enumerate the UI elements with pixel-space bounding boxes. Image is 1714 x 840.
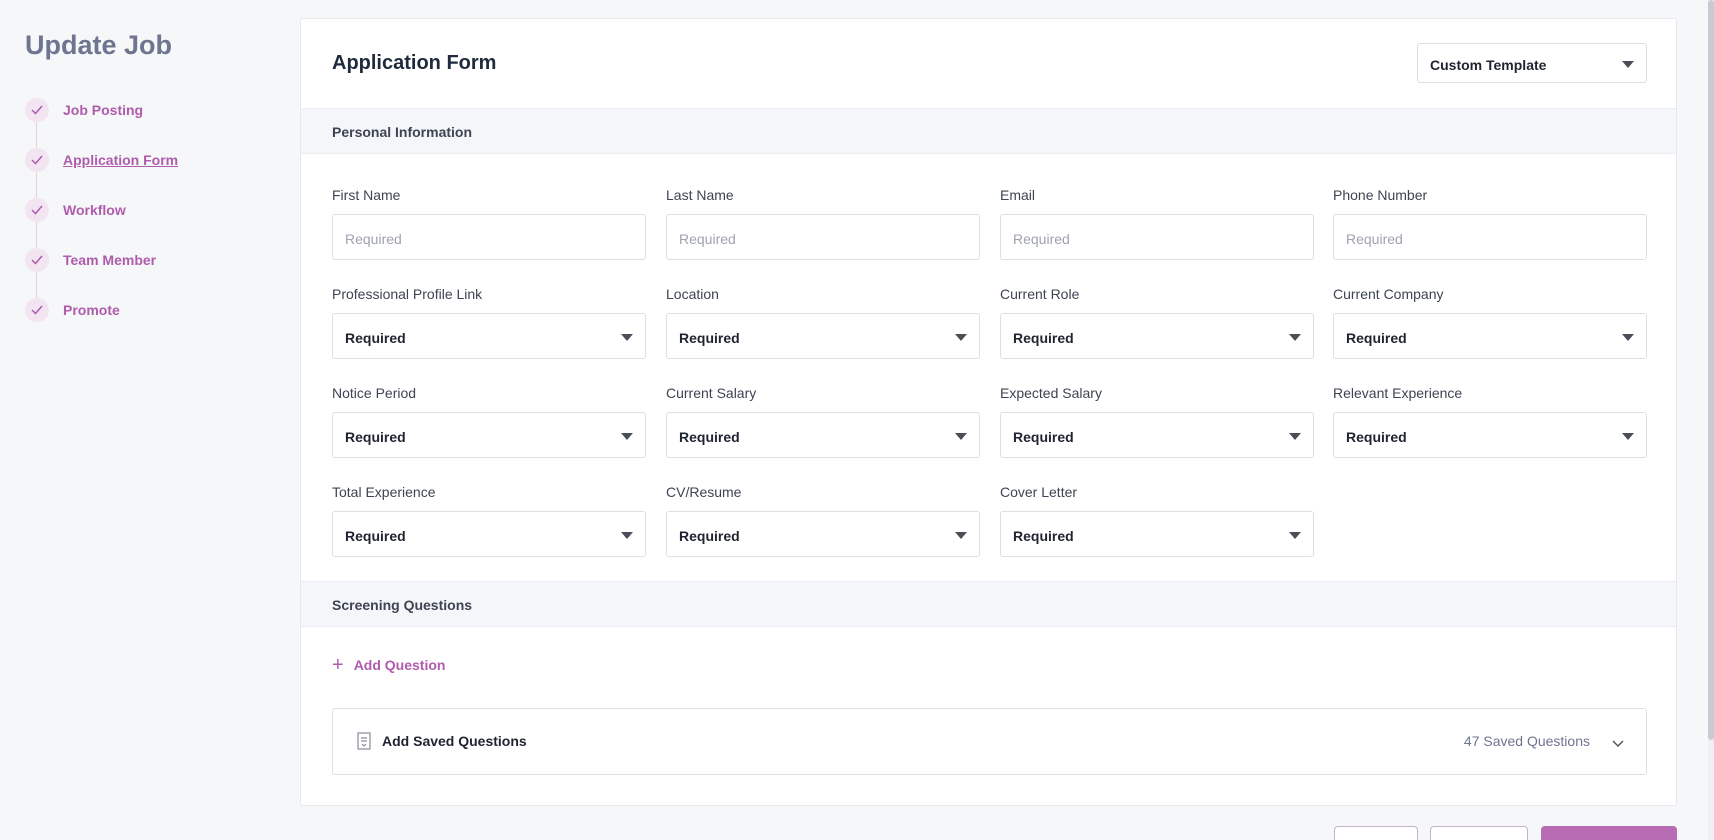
- check-icon: [25, 98, 49, 122]
- step-job-posting[interactable]: Job Posting: [25, 98, 178, 148]
- scrollbar[interactable]: [1708, 0, 1714, 840]
- expected-salary-select[interactable]: Required: [1000, 412, 1314, 458]
- select-value: Required: [1013, 330, 1074, 346]
- caret-down-icon: [1622, 433, 1634, 440]
- step-label[interactable]: Job Posting: [63, 102, 143, 118]
- caret-down-icon: [621, 334, 633, 341]
- check-icon: [25, 198, 49, 222]
- relevant-experience-label: Relevant Experience: [1333, 385, 1463, 401]
- location-select[interactable]: Required: [666, 313, 980, 359]
- check-icon: [25, 298, 49, 322]
- back-button[interactable]: [1334, 826, 1418, 840]
- card-header: Application Form Custom Template: [301, 19, 1676, 108]
- application-form-card: Application Form Custom Template Persona…: [300, 18, 1677, 806]
- notice-period-label: Notice Period: [332, 385, 417, 401]
- save-draft-button[interactable]: [1430, 826, 1528, 840]
- current-role-label: Current Role: [1000, 286, 1080, 302]
- total-experience-select[interactable]: Required: [332, 511, 646, 557]
- caret-down-icon: [955, 532, 967, 539]
- caret-down-icon: [955, 334, 967, 341]
- select-value: Required: [345, 330, 406, 346]
- last-name-label: Last Name: [666, 187, 734, 203]
- step-connector: [36, 222, 37, 248]
- step-label[interactable]: Workflow: [63, 202, 126, 218]
- check-icon: [25, 248, 49, 272]
- total-experience-label: Total Experience: [332, 484, 436, 500]
- left-panel: Update Job Job Posting Application Form …: [0, 0, 300, 840]
- current-role-select[interactable]: Required: [1000, 313, 1314, 359]
- next-button[interactable]: [1541, 826, 1677, 840]
- step-team-member[interactable]: Team Member: [25, 248, 178, 298]
- chevron-down-icon[interactable]: [1612, 735, 1624, 753]
- add-question-button[interactable]: + Add Question: [332, 654, 446, 676]
- select-value: Required: [1346, 330, 1407, 346]
- notice-period-select[interactable]: Required: [332, 412, 646, 458]
- current-company-select[interactable]: Required: [1333, 313, 1647, 359]
- step-connector: [36, 172, 37, 198]
- current-salary-select[interactable]: Required: [666, 412, 980, 458]
- select-value: Required: [345, 528, 406, 544]
- card-title: Application Form: [332, 52, 497, 74]
- location-label: Location: [666, 286, 719, 302]
- template-select[interactable]: Custom Template: [1417, 43, 1647, 83]
- step-label[interactable]: Promote: [63, 302, 120, 318]
- step-label[interactable]: Application Form: [63, 152, 178, 168]
- current-salary-label: Current Salary: [666, 385, 757, 401]
- document-icon: [357, 732, 371, 755]
- caret-down-icon: [1622, 61, 1634, 68]
- select-value: Required: [1346, 429, 1407, 445]
- step-application-form[interactable]: Application Form: [25, 148, 178, 198]
- current-company-label: Current Company: [1333, 286, 1444, 302]
- stepper: Job Posting Application Form Workflow Te…: [25, 98, 178, 348]
- caret-down-icon: [621, 532, 633, 539]
- professional-profile-link-select[interactable]: Required: [332, 313, 646, 359]
- relevant-experience-select[interactable]: Required: [1333, 412, 1647, 458]
- select-value: Required: [679, 528, 740, 544]
- page-title: Update Job: [25, 30, 173, 60]
- check-icon: [25, 148, 49, 172]
- template-select-value: Custom Template: [1430, 57, 1547, 73]
- plus-icon: +: [332, 654, 344, 676]
- cv-resume-label: CV/Resume: [666, 484, 742, 500]
- select-value: Required: [679, 330, 740, 346]
- caret-down-icon: [955, 433, 967, 440]
- cover-letter-select[interactable]: Required: [1000, 511, 1314, 557]
- step-label[interactable]: Team Member: [63, 252, 156, 268]
- cv-resume-select[interactable]: Required: [666, 511, 980, 557]
- professional-profile-link-label: Professional Profile Link: [332, 286, 483, 302]
- caret-down-icon: [1289, 433, 1301, 440]
- scrollbar-thumb[interactable]: [1708, 0, 1714, 740]
- expected-salary-label: Expected Salary: [1000, 385, 1102, 401]
- phone-number-label: Phone Number: [1333, 187, 1428, 203]
- email-label: Email: [1000, 187, 1036, 203]
- phone-number-input[interactable]: Required: [1333, 214, 1647, 260]
- select-value: Required: [1013, 429, 1074, 445]
- step-connector: [36, 272, 37, 298]
- saved-questions-count: 47 Saved Questions: [1463, 733, 1590, 749]
- caret-down-icon: [1289, 334, 1301, 341]
- email-input[interactable]: Required: [1000, 214, 1314, 260]
- select-value: Required: [1013, 528, 1074, 544]
- caret-down-icon: [1622, 334, 1634, 341]
- first-name-label: First Name: [332, 187, 401, 203]
- step-workflow[interactable]: Workflow: [25, 198, 178, 248]
- cover-letter-label: Cover Letter: [1000, 484, 1078, 500]
- select-value: Required: [679, 429, 740, 445]
- section-screening-questions: Screening Questions: [301, 581, 1676, 627]
- select-value: Required: [345, 429, 406, 445]
- add-question-label: Add Question: [353, 657, 446, 673]
- step-promote[interactable]: Promote: [25, 298, 178, 348]
- saved-questions-title: Add Saved Questions: [382, 733, 527, 749]
- caret-down-icon: [621, 433, 633, 440]
- last-name-input[interactable]: Required: [666, 214, 980, 260]
- first-name-input[interactable]: Required: [332, 214, 646, 260]
- step-connector: [36, 122, 37, 148]
- saved-questions-accordion[interactable]: Add Saved Questions 47 Saved Questions: [332, 708, 1647, 775]
- section-personal-information: Personal Information: [301, 108, 1676, 154]
- caret-down-icon: [1289, 532, 1301, 539]
